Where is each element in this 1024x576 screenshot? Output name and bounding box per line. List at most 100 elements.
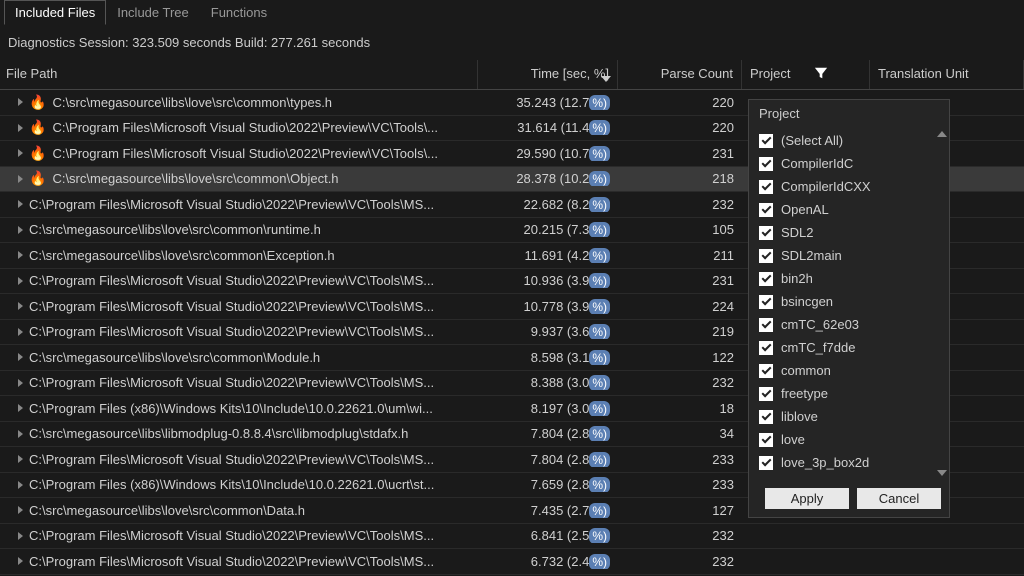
tab-included-files[interactable]: Included Files bbox=[4, 0, 106, 25]
expander-icon[interactable] bbox=[18, 404, 23, 412]
expander-icon[interactable] bbox=[18, 455, 23, 463]
expander-icon[interactable] bbox=[18, 506, 23, 514]
filter-item-label: love bbox=[781, 432, 805, 447]
cell-parse-count: 122 bbox=[618, 350, 742, 365]
filter-checkbox-item[interactable]: liblove bbox=[749, 405, 949, 428]
checkbox-icon[interactable] bbox=[759, 318, 773, 332]
expander-icon[interactable] bbox=[18, 200, 23, 208]
column-header-project[interactable]: Project bbox=[742, 60, 870, 89]
expander-icon[interactable] bbox=[18, 175, 23, 183]
filter-item-label: love_3p_box2d bbox=[781, 455, 869, 470]
expander-icon[interactable] bbox=[18, 302, 23, 310]
file-path-text: C:\Program Files (x86)\Windows Kits\10\I… bbox=[29, 477, 434, 492]
checkbox-icon[interactable] bbox=[759, 180, 773, 194]
column-header-translation-unit[interactable]: Translation Unit bbox=[870, 60, 1024, 89]
cell-parse-count: 233 bbox=[618, 477, 742, 492]
filter-checkbox-item[interactable]: bin2h bbox=[749, 267, 949, 290]
cell-file-path: C:\src\megasource\libs\love\src\common\M… bbox=[0, 350, 478, 365]
checkbox-icon[interactable] bbox=[759, 134, 773, 148]
column-header-parse-count[interactable]: Parse Count bbox=[618, 60, 742, 89]
expander-icon[interactable] bbox=[18, 481, 23, 489]
checkbox-icon[interactable] bbox=[759, 410, 773, 424]
cell-parse-count: 224 bbox=[618, 299, 742, 314]
expander-icon[interactable] bbox=[18, 226, 23, 234]
cell-time: 6.841 (2.5%) bbox=[478, 528, 618, 543]
filter-checkbox-item[interactable]: cmTC_f7dde bbox=[749, 336, 949, 359]
expander-icon[interactable] bbox=[18, 532, 23, 540]
tab-include-tree[interactable]: Include Tree bbox=[106, 0, 200, 25]
filter-checkbox-item[interactable]: SDL2 bbox=[749, 221, 949, 244]
status-bar: Diagnostics Session: 323.509 seconds Bui… bbox=[0, 25, 1024, 60]
expander-icon[interactable] bbox=[18, 251, 23, 259]
filter-checkbox-item[interactable]: OpenAL bbox=[749, 198, 949, 221]
cell-parse-count: 232 bbox=[618, 197, 742, 212]
expander-icon[interactable] bbox=[18, 557, 23, 565]
expander-icon[interactable] bbox=[18, 379, 23, 387]
filter-checkbox-item[interactable]: freetype bbox=[749, 382, 949, 405]
filter-checkbox-item[interactable]: (Select All) bbox=[749, 129, 949, 152]
table-row[interactable]: C:\Program Files\Microsoft Visual Studio… bbox=[0, 524, 1024, 550]
percentage-badge: %) bbox=[589, 477, 610, 492]
checkbox-icon[interactable] bbox=[759, 341, 773, 355]
expander-icon[interactable] bbox=[18, 430, 23, 438]
filter-checkbox-item[interactable]: bsincgen bbox=[749, 290, 949, 313]
cell-file-path: C:\Program Files\Microsoft Visual Studio… bbox=[0, 375, 478, 390]
cell-time: 28.378 (10.2%) bbox=[478, 171, 618, 186]
expander-icon[interactable] bbox=[18, 124, 23, 132]
checkbox-icon[interactable] bbox=[759, 387, 773, 401]
apply-button[interactable]: Apply bbox=[765, 488, 849, 509]
cell-file-path: C:\Program Files\Microsoft Visual Studio… bbox=[0, 273, 478, 288]
cell-time: 11.691 (4.2%) bbox=[478, 248, 618, 263]
column-header-time[interactable]: Time [sec, %] bbox=[478, 60, 618, 89]
cell-parse-count: 232 bbox=[618, 554, 742, 569]
checkbox-icon[interactable] bbox=[759, 249, 773, 263]
filter-item-label: common bbox=[781, 363, 831, 378]
filter-checkbox-item[interactable]: cmTC_62e03 bbox=[749, 313, 949, 336]
tab-functions[interactable]: Functions bbox=[200, 0, 278, 25]
filter-checkbox-item[interactable]: CompilerIdCXX bbox=[749, 175, 949, 198]
filter-checkbox-item[interactable]: CompilerIdC bbox=[749, 152, 949, 175]
expander-icon[interactable] bbox=[18, 328, 23, 336]
checkbox-icon[interactable] bbox=[759, 295, 773, 309]
cell-time: 7.804 (2.8%) bbox=[478, 426, 618, 441]
cell-file-path: C:\Program Files\Microsoft Visual Studio… bbox=[0, 324, 478, 339]
percentage-badge: %) bbox=[589, 248, 610, 263]
cancel-button[interactable]: Cancel bbox=[857, 488, 941, 509]
fire-icon: 🔥 bbox=[29, 145, 46, 162]
column-header-file-path[interactable]: File Path bbox=[0, 60, 478, 89]
filter-checkbox-item[interactable]: love bbox=[749, 428, 949, 451]
fire-icon: 🔥 bbox=[29, 119, 46, 136]
percentage-badge: %) bbox=[589, 197, 610, 212]
expander-icon[interactable] bbox=[18, 353, 23, 361]
filter-item-label: bsincgen bbox=[781, 294, 833, 309]
checkbox-icon[interactable] bbox=[759, 226, 773, 240]
checkbox-icon[interactable] bbox=[759, 203, 773, 217]
checkbox-icon[interactable] bbox=[759, 272, 773, 286]
cell-parse-count: 127 bbox=[618, 503, 742, 518]
scroll-up-icon[interactable] bbox=[937, 131, 947, 137]
cell-time: 8.388 (3.0%) bbox=[478, 375, 618, 390]
filter-item-label: (Select All) bbox=[781, 133, 843, 148]
cell-time: 31.614 (11.4%) bbox=[478, 120, 618, 135]
checkbox-icon[interactable] bbox=[759, 364, 773, 378]
filter-checkbox-list: (Select All) CompilerIdCCompilerIdCXXOpen… bbox=[749, 127, 949, 480]
expander-icon[interactable] bbox=[18, 277, 23, 285]
percentage-badge: %) bbox=[589, 222, 610, 237]
checkbox-icon[interactable] bbox=[759, 433, 773, 447]
cell-file-path: C:\Program Files (x86)\Windows Kits\10\I… bbox=[0, 477, 478, 492]
cell-file-path: C:\Program Files\Microsoft Visual Studio… bbox=[0, 197, 478, 212]
expander-icon[interactable] bbox=[18, 98, 23, 106]
expander-icon[interactable] bbox=[18, 149, 23, 157]
filter-checkbox-item[interactable]: common bbox=[749, 359, 949, 382]
cell-time: 9.937 (3.6%) bbox=[478, 324, 618, 339]
filter-scrollbar[interactable] bbox=[937, 131, 947, 476]
checkbox-icon[interactable] bbox=[759, 456, 773, 470]
cell-file-path: C:\Program Files\Microsoft Visual Studio… bbox=[0, 528, 478, 543]
filter-item-label: cmTC_f7dde bbox=[781, 340, 855, 355]
table-row[interactable]: C:\Program Files\Microsoft Visual Studio… bbox=[0, 549, 1024, 575]
filter-checkbox-item[interactable]: love_3p_box2d bbox=[749, 451, 949, 474]
filter-icon[interactable] bbox=[814, 66, 828, 83]
filter-checkbox-item[interactable]: SDL2main bbox=[749, 244, 949, 267]
checkbox-icon[interactable] bbox=[759, 157, 773, 171]
scroll-down-icon[interactable] bbox=[937, 470, 947, 476]
